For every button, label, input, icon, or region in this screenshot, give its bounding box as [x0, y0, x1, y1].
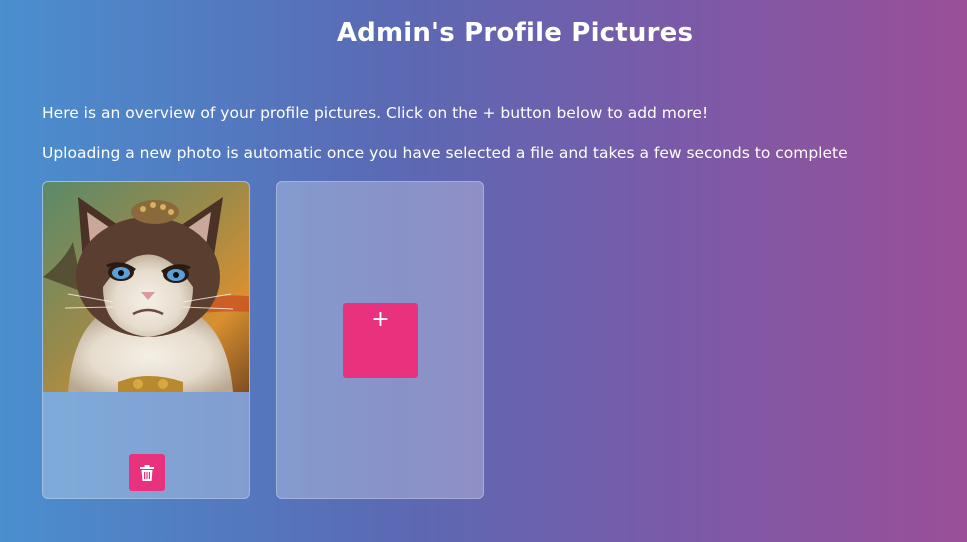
intro-text: Here is an overview of your profile pict… — [42, 104, 709, 122]
delete-picture-button[interactable] — [129, 454, 165, 491]
add-picture-card: + — [276, 181, 484, 499]
profile-picture-card — [42, 181, 250, 499]
page-title: Admin's Profile Pictures — [336, 18, 694, 48]
profile-picture-image — [43, 182, 249, 392]
add-picture-button[interactable]: + — [343, 303, 418, 378]
trash-icon — [140, 464, 154, 481]
plus-icon: + — [371, 307, 390, 332]
upload-info-text: Uploading a new photo is automatic once … — [42, 144, 848, 162]
